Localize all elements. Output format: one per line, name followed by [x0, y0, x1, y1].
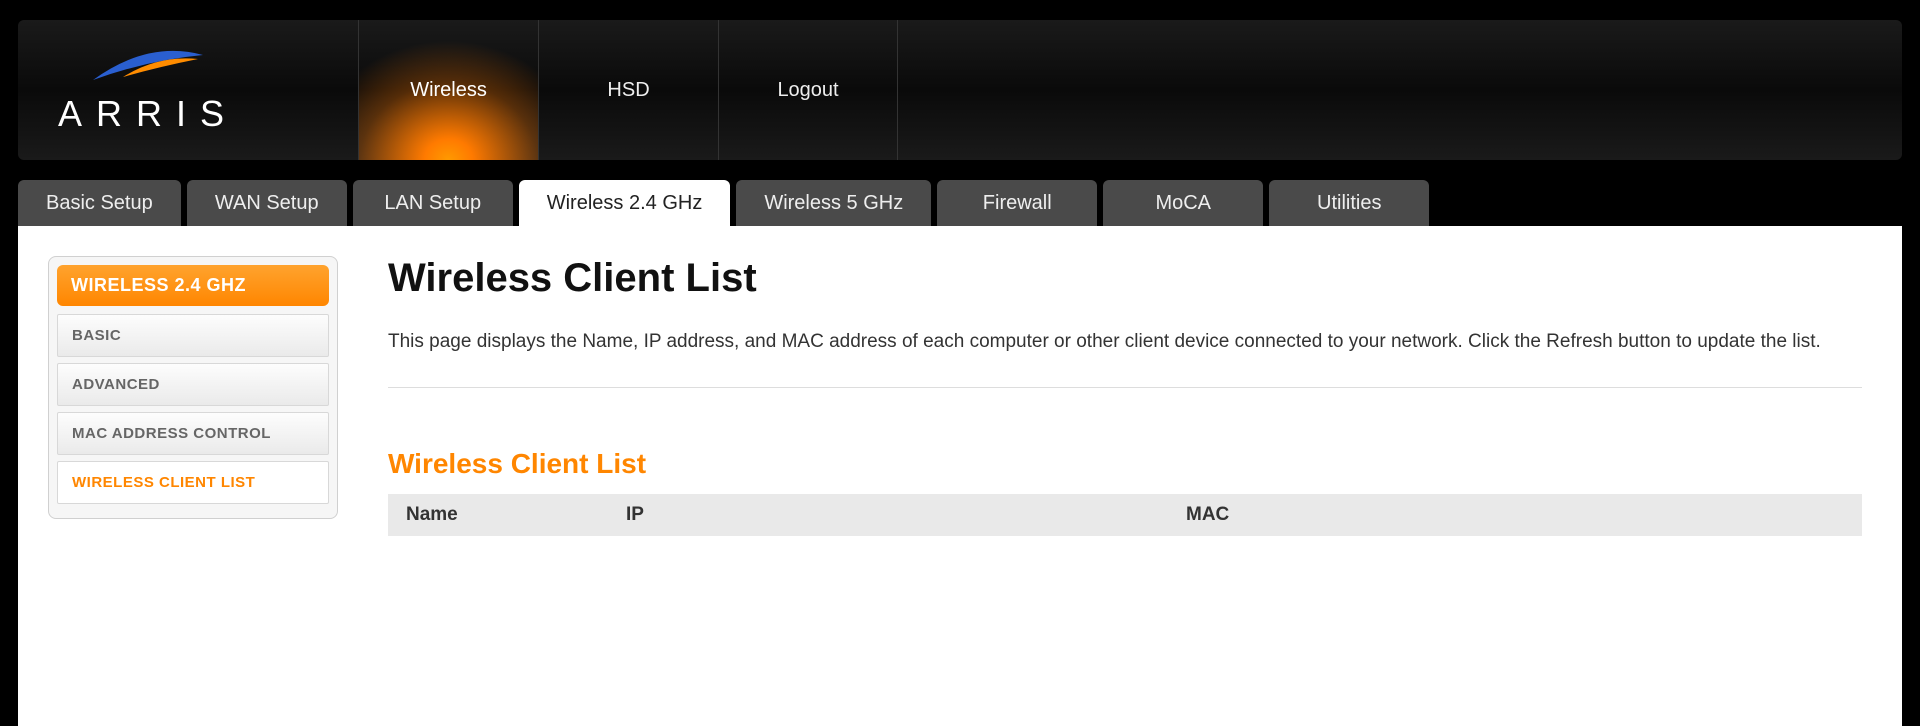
col-ip: IP — [608, 494, 1168, 536]
tab-basic-setup[interactable]: Basic Setup — [18, 180, 181, 226]
tab-wireless-5ghz[interactable]: Wireless 5 GHz — [736, 180, 931, 226]
topnav-logout[interactable]: Logout — [718, 20, 898, 160]
sidebar-item-basic[interactable]: BASIC — [57, 314, 329, 357]
page-title: Wireless Client List — [388, 256, 1862, 301]
logo-swoosh-icon — [88, 45, 208, 85]
sub-tabs: Basic Setup WAN Setup LAN Setup Wireless… — [18, 180, 1902, 226]
sidebar-item-mac-address-control[interactable]: MAC ADDRESS CONTROL — [57, 412, 329, 455]
sidebar-item-advanced[interactable]: ADVANCED — [57, 363, 329, 406]
topnav-wireless[interactable]: Wireless — [358, 20, 538, 160]
col-name: Name — [388, 494, 608, 536]
top-nav: Wireless HSD Logout — [358, 20, 898, 160]
main-panel: Wireless Client List This page displays … — [358, 246, 1902, 726]
brand-name: ARRIS — [58, 93, 238, 135]
tab-firewall[interactable]: Firewall — [937, 180, 1097, 226]
section-title: Wireless Client List — [388, 448, 1862, 480]
sidebar-item-wireless-client-list[interactable]: WIRELESS CLIENT LIST — [57, 461, 329, 504]
tab-moca[interactable]: MoCA — [1103, 180, 1263, 226]
tab-wireless-24ghz[interactable]: Wireless 2.4 GHz — [519, 180, 731, 226]
sidebar-header: WIRELESS 2.4 GHZ — [57, 265, 329, 306]
tab-lan-setup[interactable]: LAN Setup — [353, 180, 513, 226]
tab-utilities[interactable]: Utilities — [1269, 180, 1429, 226]
col-mac: MAC — [1168, 494, 1862, 536]
table-header-row: Name IP MAC — [388, 494, 1862, 536]
top-bar: ARRIS Wireless HSD Logout — [18, 20, 1902, 160]
page-description: This page displays the Name, IP address,… — [388, 325, 1862, 388]
sidebar: WIRELESS 2.4 GHZ BASIC ADVANCED MAC ADDR… — [18, 246, 358, 726]
sidebar-box: WIRELESS 2.4 GHZ BASIC ADVANCED MAC ADDR… — [48, 256, 338, 519]
tab-wan-setup[interactable]: WAN Setup — [187, 180, 347, 226]
client-table: Name IP MAC — [388, 494, 1862, 536]
brand-logo: ARRIS — [58, 45, 238, 135]
content: WIRELESS 2.4 GHZ BASIC ADVANCED MAC ADDR… — [18, 226, 1902, 726]
topnav-hsd[interactable]: HSD — [538, 20, 718, 160]
